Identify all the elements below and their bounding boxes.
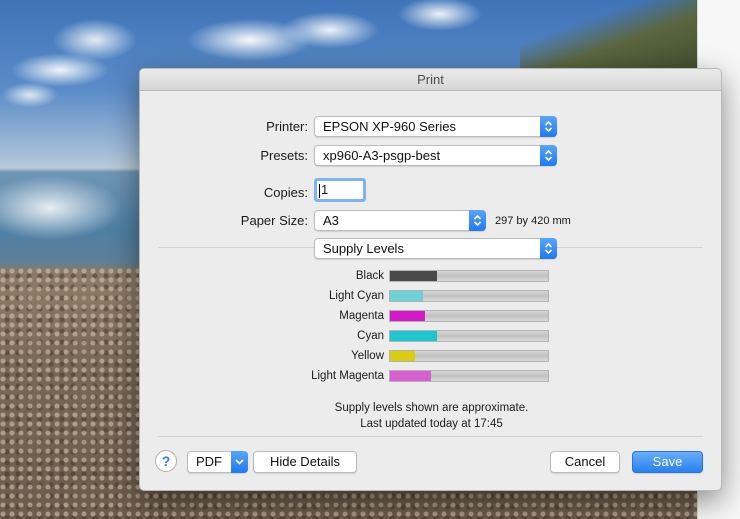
- ink-bar-light-cyan: [389, 290, 549, 302]
- paper-size-dimensions: 297 by 420 mm: [495, 215, 571, 227]
- save-button[interactable]: Save: [632, 451, 703, 473]
- ink-fill-light-magenta: [390, 371, 431, 381]
- copies-label: Copies:: [263, 185, 308, 200]
- ink-label-cyan: Cyan: [357, 330, 384, 342]
- print-dialog: Print Printer: EPSON XP-960 Series Prese…: [139, 68, 722, 491]
- dialog-title: Print: [140, 69, 721, 91]
- presets-value: xp960-A3-psgp-best: [323, 148, 441, 163]
- ink-fill-black: [390, 271, 437, 281]
- ink-label-black: Black: [355, 270, 384, 282]
- ink-label-yellow: Yellow: [351, 350, 384, 362]
- ink-label-magenta: Magenta: [339, 310, 384, 322]
- paper-size-label: Paper Size:: [240, 213, 308, 228]
- ink-fill-light-cyan: [390, 291, 423, 301]
- sea-glare: [0, 168, 140, 263]
- paper-size-value: A3: [323, 213, 339, 228]
- ink-bar-yellow: [389, 350, 549, 362]
- presets-popup[interactable]: xp960-A3-psgp-best: [314, 145, 557, 166]
- chevron-down-icon: [231, 451, 248, 473]
- presets-label: Presets:: [260, 148, 308, 163]
- popup-arrows-icon: [540, 238, 557, 259]
- paper-size-popup[interactable]: A3: [314, 210, 486, 231]
- ink-fill-magenta: [390, 311, 425, 321]
- help-button[interactable]: ?: [155, 450, 177, 472]
- popup-arrows-icon: [540, 116, 557, 137]
- ink-fill-yellow: [390, 351, 415, 361]
- ink-label-light-magenta: Light Magenta: [311, 370, 384, 382]
- approximate-note: Supply levels shown are approximate.: [334, 402, 529, 414]
- popup-arrows-icon: [469, 210, 486, 231]
- ink-bar-light-magenta: [389, 370, 549, 382]
- ink-bar-black: [389, 270, 549, 282]
- cancel-button[interactable]: Cancel: [550, 451, 620, 473]
- ink-fill-cyan: [390, 331, 437, 341]
- footer-separator: [158, 436, 703, 437]
- popup-arrows-icon: [540, 145, 557, 166]
- section-value: Supply Levels: [323, 241, 404, 256]
- text-caret: [319, 183, 320, 198]
- printer-popup[interactable]: EPSON XP-960 Series: [314, 116, 557, 137]
- last-updated-note: Last updated today at 17:45: [360, 418, 503, 430]
- pdf-label: PDF: [196, 454, 222, 469]
- hide-details-button[interactable]: Hide Details: [253, 451, 357, 473]
- printer-label: Printer:: [266, 119, 308, 134]
- ink-label-light-cyan: Light Cyan: [329, 290, 384, 302]
- ink-bar-magenta: [389, 310, 549, 322]
- printer-value: EPSON XP-960 Series: [323, 119, 456, 134]
- copies-field[interactable]: 1: [314, 178, 366, 202]
- pdf-menu-button[interactable]: PDF: [187, 451, 248, 473]
- copies-value: 1: [321, 182, 329, 197]
- section-popup[interactable]: Supply Levels: [314, 238, 557, 259]
- ink-bar-cyan: [389, 330, 549, 342]
